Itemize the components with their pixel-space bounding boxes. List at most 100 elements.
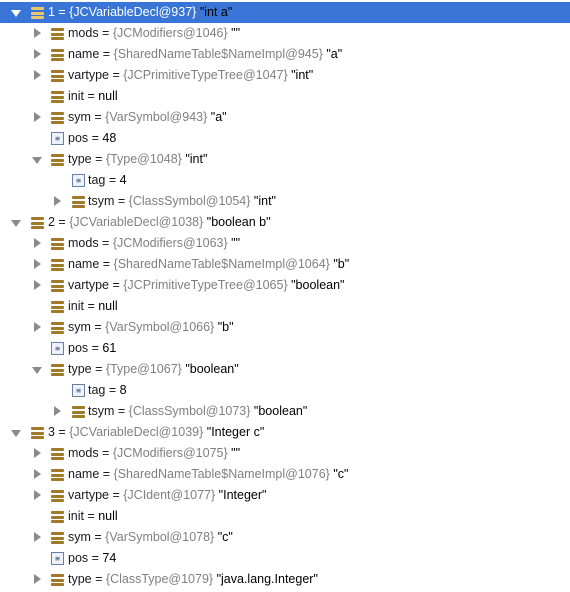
equals-sign: = <box>114 194 129 208</box>
equals-sign: = <box>114 404 129 418</box>
collapsed-arrow-icon[interactable] <box>34 532 41 542</box>
collapsed-arrow-icon[interactable] <box>34 448 41 458</box>
expanded-arrow-icon[interactable] <box>11 10 21 17</box>
node-type: {Type@1067} <box>105 362 182 376</box>
tree-node-tsym[interactable]: tsym = {ClassSymbol@1054} "int" <box>0 191 570 212</box>
expanded-arrow-icon[interactable] <box>11 220 21 227</box>
collapsed-arrow-icon[interactable] <box>34 574 41 584</box>
node-name: pos <box>68 341 89 355</box>
tree-node-vartype[interactable]: vartype = {JCPrimitiveTypeTree@1047} "in… <box>0 65 570 86</box>
node-type: {ClassSymbol@1073} <box>128 404 251 418</box>
node-value: "boolean" <box>185 362 239 376</box>
node-label: sym = {VarSymbol@1066} "b" <box>68 320 234 334</box>
field-icon <box>51 28 64 40</box>
tree-node-mods[interactable]: mods = {JCModifiers@1075} "" <box>0 443 570 464</box>
node-type: {SharedNameTable$NameImpl@1076} <box>113 467 330 481</box>
collapsed-arrow-icon[interactable] <box>34 112 41 122</box>
node-label: init = null <box>68 89 118 103</box>
node-name: pos <box>68 131 89 145</box>
node-value: 4 <box>119 173 127 187</box>
collapsed-arrow-icon[interactable] <box>34 469 41 479</box>
node-label: vartype = {JCPrimitiveTypeTree@1065} "bo… <box>68 278 345 292</box>
tree-node-type[interactable]: type = {ClassType@1079} "java.lang.Integ… <box>0 569 570 590</box>
tree-node-sym[interactable]: sym = {VarSymbol@1078} "c" <box>0 527 570 548</box>
equals-sign: = <box>109 488 124 502</box>
collapsed-arrow-icon[interactable] <box>54 406 61 416</box>
node-name: sym <box>68 320 91 334</box>
tree-node-name[interactable]: name = {SharedNameTable$NameImpl@1064} "… <box>0 254 570 275</box>
node-label: name = {SharedNameTable$NameImpl@1076} "… <box>68 467 348 481</box>
equals-sign: = <box>54 215 70 229</box>
field-icon <box>51 301 64 313</box>
node-type: {SharedNameTable$NameImpl@945} <box>113 47 323 61</box>
expanded-arrow-icon[interactable] <box>11 430 21 437</box>
node-name: tag <box>88 173 106 187</box>
node-label: type = {Type@1067} "boolean" <box>68 362 239 376</box>
field-icon <box>51 238 64 250</box>
expanded-arrow-icon[interactable] <box>32 157 42 164</box>
tree-node-init[interactable]: init = null <box>0 86 570 107</box>
collapsed-arrow-icon[interactable] <box>34 490 41 500</box>
tree-node-sym[interactable]: sym = {VarSymbol@1066} "b" <box>0 317 570 338</box>
equals-sign: = <box>99 467 114 481</box>
tree-node-init[interactable]: init = null <box>0 296 570 317</box>
tree-node-type[interactable]: type = {Type@1048} "int" <box>0 149 570 170</box>
equals-sign: = <box>91 152 106 166</box>
collapsed-arrow-icon[interactable] <box>34 322 41 332</box>
tree-node-vartype[interactable]: vartype = {JCPrimitiveTypeTree@1065} "bo… <box>0 275 570 296</box>
tree-node-type[interactable]: type = {Type@1067} "boolean" <box>0 359 570 380</box>
tree-node-3[interactable]: 3 = {JCVariableDecl@1039} "Integer c" <box>0 422 570 443</box>
field-icon <box>51 280 64 292</box>
node-name: tag <box>88 383 106 397</box>
node-value: 48 <box>102 131 117 145</box>
tree-node-tag[interactable]: ≡ tag = 4 <box>0 170 570 191</box>
tree-node-mods[interactable]: mods = {JCModifiers@1063} "" <box>0 233 570 254</box>
node-value: "boolean" <box>291 278 345 292</box>
equals-sign: = <box>105 173 120 187</box>
node-name: mods <box>68 446 99 460</box>
equals-sign: = <box>109 68 124 82</box>
tree-node-2[interactable]: 2 = {JCVariableDecl@1038} "boolean b" <box>0 212 570 233</box>
collapsed-arrow-icon[interactable] <box>34 280 41 290</box>
node-label: mods = {JCModifiers@1075} "" <box>68 446 240 460</box>
tree-node-name[interactable]: name = {SharedNameTable$NameImpl@945} "a… <box>0 44 570 65</box>
equals-sign: = <box>83 509 99 523</box>
node-value: "Integer c" <box>206 425 265 439</box>
tree-node-pos[interactable]: ≡ pos = 61 <box>0 338 570 359</box>
equals-sign: = <box>90 530 106 544</box>
tree-node-1[interactable]: 1 = {JCVariableDecl@937} "int a" <box>0 2 570 23</box>
node-label: pos = 48 <box>68 131 116 145</box>
expanded-arrow-icon[interactable] <box>32 367 42 374</box>
collapsed-arrow-icon[interactable] <box>34 259 41 269</box>
collapsed-arrow-icon[interactable] <box>34 238 41 248</box>
node-type: {JCPrimitiveTypeTree@1047} <box>123 68 288 82</box>
tree-node-pos[interactable]: ≡ pos = 74 <box>0 548 570 569</box>
field-icon <box>51 259 64 271</box>
equals-sign: = <box>88 131 103 145</box>
node-value: "java.lang.Integer" <box>216 572 318 586</box>
node-value: "boolean" <box>253 404 308 418</box>
tree-node-tag[interactable]: ≡ tag = 8 <box>0 380 570 401</box>
node-label: tag = 8 <box>88 383 127 397</box>
equals-sign: = <box>99 47 114 61</box>
tree-node-init[interactable]: init = null <box>0 506 570 527</box>
equals-sign: = <box>90 110 106 124</box>
tree-node-vartype[interactable]: vartype = {JCIdent@1077} "Integer" <box>0 485 570 506</box>
field-icon <box>72 196 85 208</box>
collapsed-arrow-icon[interactable] <box>54 196 61 206</box>
tree-node-mods[interactable]: mods = {JCModifiers@1046} "" <box>0 23 570 44</box>
node-label: sym = {VarSymbol@1078} "c" <box>68 530 233 544</box>
primitive-icon: ≡ <box>72 174 85 187</box>
node-label: pos = 74 <box>68 551 116 565</box>
collapsed-arrow-icon[interactable] <box>34 28 41 38</box>
field-icon <box>51 70 64 82</box>
equals-sign: = <box>88 551 103 565</box>
node-label: 1 = {JCVariableDecl@937} "int a" <box>48 5 232 19</box>
tree-node-sym[interactable]: sym = {VarSymbol@943} "a" <box>0 107 570 128</box>
tree-node-tsym[interactable]: tsym = {ClassSymbol@1073} "boolean" <box>0 401 570 422</box>
collapsed-arrow-icon[interactable] <box>34 49 41 59</box>
tree-node-name[interactable]: name = {SharedNameTable$NameImpl@1076} "… <box>0 464 570 485</box>
tree-node-pos[interactable]: ≡ pos = 48 <box>0 128 570 149</box>
collapsed-arrow-icon[interactable] <box>34 70 41 80</box>
node-value: "int" <box>291 68 314 82</box>
